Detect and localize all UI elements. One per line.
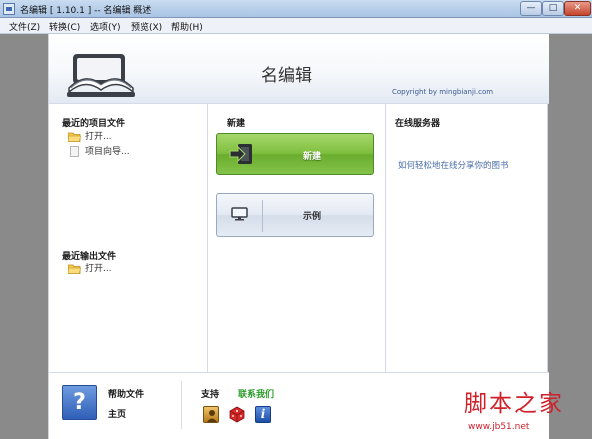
column-divider	[207, 104, 208, 372]
new-button-label: 新建	[303, 152, 322, 162]
footer-separator	[181, 381, 182, 429]
watermark-url: www.jb51.net	[468, 422, 530, 432]
minimize-button[interactable]: —	[520, 1, 542, 16]
window-title: 名编辑 [ 1.10.1 ] -- 名编辑 概述	[20, 6, 152, 16]
project-wizard-link[interactable]: 项目向导...	[68, 146, 130, 158]
button-separator	[262, 200, 263, 232]
monitor-icon	[231, 207, 248, 221]
app-name: 名编辑	[261, 66, 312, 86]
enter-icon	[229, 144, 252, 164]
menu-help[interactable]: 帮助(H)	[171, 20, 203, 33]
dice-icon[interactable]	[229, 406, 245, 423]
open-project-link[interactable]: 打开...	[68, 131, 112, 143]
recent-projects-title: 最近的项目文件	[62, 119, 126, 129]
info-icon[interactable]: i	[255, 406, 271, 423]
project-wizard-label: 项目向导...	[85, 147, 130, 157]
watermark: 脚本之家 www.jb51.net	[458, 384, 592, 439]
share-books-online-link[interactable]: 如何轻松地在线分享你的图书	[398, 159, 509, 171]
example-button-label: 示例	[303, 212, 322, 222]
user-support-icon[interactable]	[203, 406, 219, 423]
example-button[interactable]: 示例	[216, 193, 374, 237]
help-icon[interactable]: ?	[62, 385, 97, 420]
open-output-label: 打开...	[85, 264, 112, 274]
help-file-link[interactable]: 帮助文件	[108, 387, 144, 400]
contact-us-link[interactable]: 联系我们	[238, 387, 274, 400]
menu-file[interactable]: 文件(Z)	[9, 20, 40, 33]
menu-convert[interactable]: 转换(C)	[49, 20, 80, 33]
close-button[interactable]: ✕	[564, 1, 591, 16]
folder-icon	[68, 264, 81, 274]
open-output-link[interactable]: 打开...	[68, 263, 112, 275]
overview-panel: 名编辑 Copyright by mingbianji.com 最近的项目文件 …	[48, 34, 549, 439]
menu-preview[interactable]: 预览(X)	[131, 20, 162, 33]
open-project-label: 打开...	[85, 132, 112, 142]
menu-options[interactable]: 选项(Y)	[90, 20, 121, 33]
maximize-button[interactable]: □	[542, 1, 564, 16]
app-icon	[3, 3, 15, 15]
online-server-title: 在线服务器	[395, 119, 441, 129]
recent-outputs-title: 最近输出文件	[62, 252, 117, 262]
copyright-text: Copyright by mingbianji.com	[392, 88, 494, 96]
header-banner: 名编辑 Copyright by mingbianji.com	[49, 34, 549, 104]
support-label: 支持	[201, 390, 220, 400]
title-bar: 名编辑 [ 1.10.1 ] -- 名编辑 概述 — □ ✕	[0, 0, 592, 18]
new-button[interactable]: 新建	[216, 133, 374, 175]
folder-icon	[68, 132, 81, 142]
document-icon	[70, 146, 79, 157]
menu-bar: 文件(Z) 转换(C) 选项(Y) 预览(X) 帮助(H)	[0, 18, 592, 34]
column-divider	[385, 104, 386, 372]
person-icon	[207, 410, 217, 422]
watermark-text: 脚本之家	[464, 391, 564, 417]
home-link[interactable]: 主页	[108, 407, 126, 420]
book-logo-icon	[67, 54, 135, 97]
new-section-title: 新建	[227, 119, 246, 129]
